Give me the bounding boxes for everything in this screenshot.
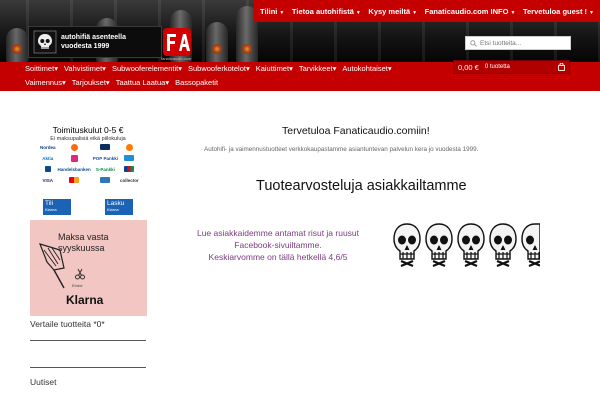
cart-widget[interactable]: 0,00 € 0 tuotetta <box>453 60 570 74</box>
chevron-down-icon: ▾ <box>245 64 250 73</box>
chevron-down-icon: ▼ <box>355 9 361 16</box>
search-box[interactable] <box>465 36 571 50</box>
tili-klarna-badge[interactable]: Tili Klarna <box>43 199 71 215</box>
lasku-klarna-badge[interactable]: Lasku Klarna <box>105 199 133 215</box>
klarna-promo-title: Maksa vasta syyskuussa <box>58 232 109 253</box>
klarna-logo: Klarna <box>66 293 104 307</box>
mobilepay-logo <box>58 154 91 162</box>
shipping-title: Toimituskulut 0-5 € <box>52 125 124 135</box>
nordea-logo: Nordea <box>40 144 56 150</box>
chevron-down-icon: ▾ <box>178 64 182 73</box>
nav-tarjoukset[interactable]: Tarjoukset▾ <box>72 78 110 87</box>
welcome-title: Tervetuloa Fanaticaudio.comiin! <box>282 125 430 137</box>
news-heading: Uutiset <box>30 377 57 387</box>
tube-decoration <box>6 28 28 62</box>
scissors-icon <box>75 268 85 280</box>
search-input[interactable] <box>480 39 568 47</box>
nav-soittimet[interactable]: Soittimet▾ <box>25 64 58 73</box>
shopping-bag-icon <box>558 63 565 71</box>
s-pankki-logo: S-Pankki <box>95 166 115 172</box>
top-nav: Tilini ▼ Tietoa autohifistä ▼ Kysy meiltä ▼… <box>254 0 600 22</box>
lasku-sub: Klarna <box>107 207 119 212</box>
main-nav-row-1: Soittimet▾ Vahvistimet▾ Subwooferelement… <box>25 64 392 73</box>
logo-line-1: autohifiä asenteella <box>61 34 126 41</box>
nav-kaiuttimet[interactable]: Kaiuttimet▾ <box>256 64 293 73</box>
skull-icon <box>457 223 485 268</box>
spankki-circle-logo <box>120 143 139 151</box>
chevron-down-icon: ▾ <box>165 78 170 87</box>
reviews-text[interactable]: Lue asiakkaidemme antamat risut ja ruusu… <box>180 227 376 263</box>
divider <box>30 367 146 368</box>
cart-count: 0 tuotetta <box>484 64 510 70</box>
search-icon <box>470 39 477 47</box>
nav-bassopaketit[interactable]: Bassopaketit <box>175 78 218 87</box>
chevron-down-icon: ▼ <box>510 9 516 16</box>
skull-icon <box>521 223 540 268</box>
skull-icon <box>489 223 517 268</box>
reviews-title: Tuotearvosteluja asiakkailtamme <box>256 178 467 194</box>
nav-vahvistimet[interactable]: Vahvistimet▾ <box>64 64 106 73</box>
klarna-terms[interactable]: Ehdot <box>72 283 82 288</box>
amex-logo <box>93 176 118 184</box>
handelsbanken-logo: Handelsbanken <box>57 166 91 172</box>
cart-total: 0,00 € <box>458 62 479 72</box>
payment-methods: Nordea Aktia POP Pankki Handelsbanken S-… <box>40 143 139 184</box>
shipping-subtitle: Ei maksupalisiä eikä piilokuluja <box>50 136 126 142</box>
chevron-down-icon: ▾ <box>54 64 58 73</box>
aktia-logo: Aktia <box>42 155 54 161</box>
skull-icon <box>425 223 453 268</box>
chevron-down-icon: ▾ <box>61 78 66 87</box>
saastopankki-logo <box>120 154 139 162</box>
chevron-down-icon: ▼ <box>589 9 594 16</box>
chevron-down-icon: ▼ <box>279 9 285 16</box>
visa-logo: VISA <box>42 177 54 183</box>
tube-decoration <box>206 22 228 62</box>
nav-vaimennus[interactable]: Vaimennus▾ <box>25 78 66 87</box>
top-nav-kysy[interactable]: Kysy meiltä ▼ <box>368 7 417 16</box>
nav-subwooferelementit[interactable]: Subwooferelementit▾ <box>112 64 182 73</box>
reviews-line-3: Keskiarvomme on tällä hetkellä 4,6/5 <box>208 252 348 262</box>
handelsbanken-icon-logo <box>40 165 56 173</box>
divider <box>30 340 146 341</box>
logo-line-2: vuodesta 1999 <box>61 43 110 50</box>
tili-label: Tili <box>45 200 54 207</box>
reviews-line-1: Lue asiakkaidemme antamat risut ja ruusu… <box>196 228 360 238</box>
top-nav-tietoa[interactable]: Tietoa autohifistä ▼ <box>292 7 361 16</box>
klarna-promo-banner[interactable]: Maksa vasta syyskuussa Ehdot Klarna <box>30 220 147 316</box>
main-nav-row-2: Vaimennus▾ Tarjoukset▾ Taattua Laatua▾ B… <box>25 78 218 87</box>
skull-icon <box>393 223 421 268</box>
op-logo <box>58 143 91 151</box>
logo-tagline: autohifiä asenteella vuodesta 1999 <box>61 33 126 51</box>
nav-taattua-laatua[interactable]: Taattua Laatua▾ <box>116 78 169 87</box>
site-logo[interactable]: autohifiä asenteella vuodesta 1999 <box>28 26 162 58</box>
mastercard-logo <box>58 176 91 184</box>
nav-tarvikkeet[interactable]: Tarvikkeet▾ <box>299 64 337 73</box>
welcome-text: Autohifi- ja vaimennustuotteet verkkokau… <box>204 146 479 153</box>
nav-autokohtaiset[interactable]: Autokohtaiset▾ <box>342 64 391 73</box>
fa-logo-caption: fanaticaudio.com <box>161 56 192 61</box>
top-nav-tilini[interactable]: Tilini ▼ <box>260 7 284 16</box>
danske-logo <box>93 143 118 151</box>
nav-subwooferkotelot[interactable]: Subwooferkotelot▾ <box>188 64 250 73</box>
lasku-label: Lasku <box>107 200 125 207</box>
top-nav-welcome[interactable]: Tervetuloa guest ! ▼ <box>523 7 594 16</box>
chevron-down-icon: ▼ <box>412 9 418 16</box>
tili-sub: Klarna <box>45 207 57 212</box>
fa-logo-icon[interactable] <box>162 27 192 57</box>
chevron-down-icon: ▾ <box>105 78 110 87</box>
reviews-line-2[interactable]: Facebook-sivuiltamme. <box>180 239 376 251</box>
pop-pankki-logo: POP Pankki <box>92 155 118 161</box>
compare-products[interactable]: Vertaile tuotteita *0* <box>30 319 105 329</box>
chevron-down-icon: ▾ <box>332 64 337 73</box>
rating-skulls <box>392 222 542 268</box>
chevron-down-icon: ▾ <box>387 64 392 73</box>
top-nav-info[interactable]: Fanaticaudio.com INFO ▼ <box>425 7 516 16</box>
collector-logo: collector <box>119 177 139 183</box>
chevron-down-icon: ▾ <box>289 64 293 73</box>
skull-emblem-icon <box>33 30 57 54</box>
jcb-logo <box>120 165 139 173</box>
chevron-down-icon: ▾ <box>102 64 106 73</box>
